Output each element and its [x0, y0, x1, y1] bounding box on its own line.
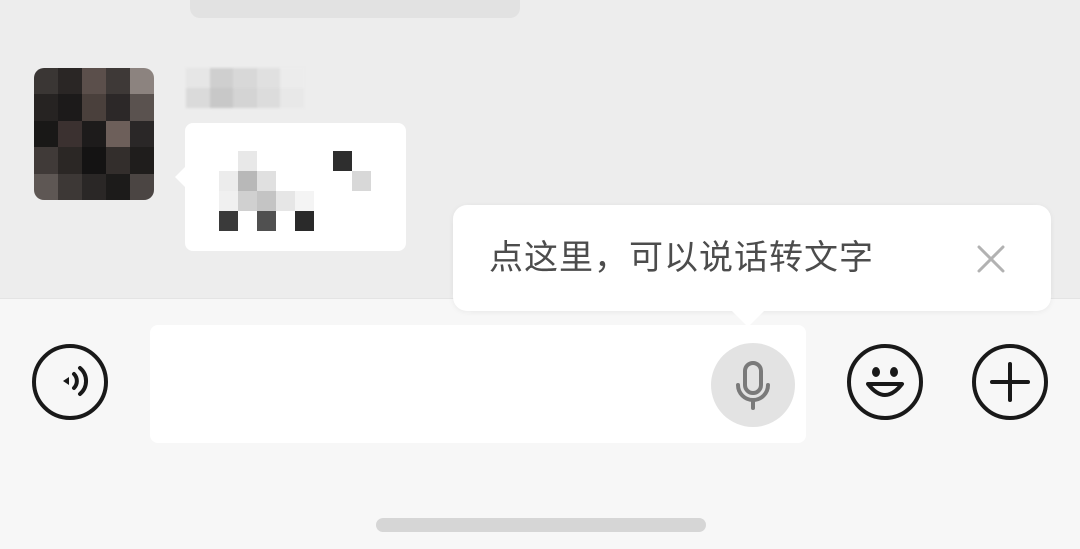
plus-icon [990, 362, 1030, 402]
message-bubble[interactable] [175, 123, 406, 251]
home-indicator[interactable] [376, 518, 706, 532]
message-input[interactable] [150, 325, 806, 443]
avatar[interactable] [34, 68, 154, 200]
input-bar [0, 298, 1080, 549]
tooltip-text: 点这里，可以说话转文字 [489, 238, 874, 278]
voice-to-text-button[interactable] [711, 343, 795, 427]
emoji-icon [866, 367, 904, 397]
more-button[interactable] [972, 344, 1048, 420]
previous-message-bubble[interactable] [190, 0, 520, 18]
microphone-icon [736, 361, 770, 410]
emoji-button[interactable] [847, 344, 923, 420]
voice-to-text-tooltip: 点这里，可以说话转文字 [453, 205, 1051, 327]
voice-mode-icon [63, 366, 88, 396]
tooltip-close-button[interactable] [971, 239, 1011, 279]
message-content-blurred [219, 151, 371, 231]
sender-name-blurred [186, 68, 304, 108]
close-icon [977, 245, 1005, 273]
voice-mode-button[interactable] [32, 344, 108, 420]
